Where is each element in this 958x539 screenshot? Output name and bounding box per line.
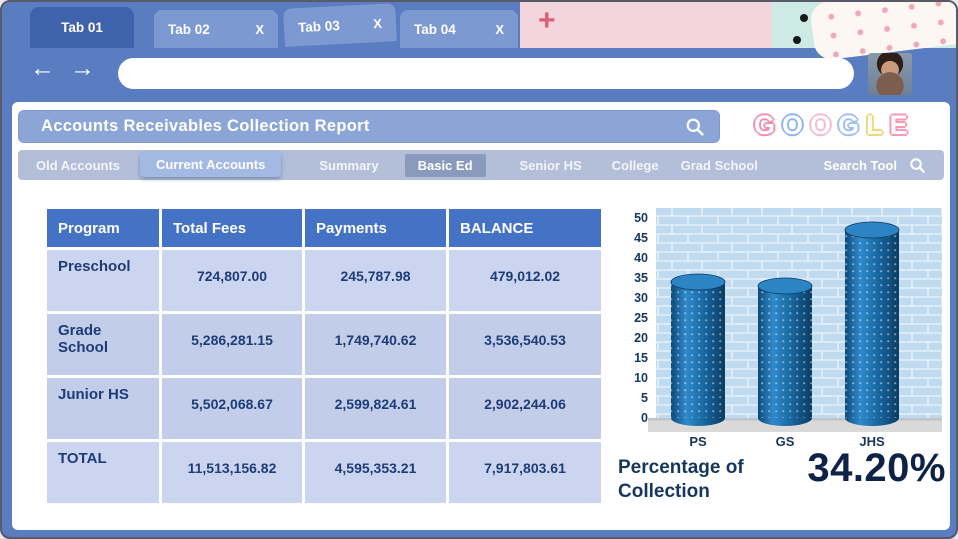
- address-bar[interactable]: [118, 58, 854, 89]
- total-fees-cell: 11,513,156.82: [162, 442, 302, 503]
- logo-letter: O: [810, 110, 839, 140]
- filter-summary[interactable]: Summary: [319, 158, 378, 173]
- tab-close-icon[interactable]: X: [373, 15, 382, 30]
- table-row total-row: TOTAL 11,513,156.82 4,595,353.21 7,917,8…: [47, 442, 601, 503]
- filter-bar: Old Accounts Current Accounts Summary Ba…: [18, 150, 944, 180]
- program-cell: TOTAL: [47, 442, 159, 503]
- table-header-cell: Total Fees: [162, 209, 302, 247]
- chart-ytick: 50: [634, 211, 648, 225]
- chart-ytick: 45: [634, 231, 648, 245]
- tab-label: Tab 02: [168, 21, 210, 37]
- chart-category-label: PS: [689, 434, 707, 449]
- program-cell: Preschool: [47, 250, 159, 311]
- table-header-cell: Program: [47, 209, 159, 247]
- tab-01[interactable]: Tab 01: [30, 7, 134, 48]
- total-fees-cell: 5,286,281.15: [162, 314, 302, 375]
- balance-cell: 2,902,244.06: [449, 378, 601, 439]
- chart-ytick: 30: [634, 291, 648, 305]
- decor-dot: [793, 36, 801, 44]
- content-card: Accounts Receivables Collection Report G…: [12, 102, 950, 530]
- filter-grad-school[interactable]: Grad School: [681, 158, 758, 173]
- page-title: Accounts Receivables Collection Report: [41, 117, 370, 135]
- program-cell: Grade School: [47, 314, 159, 375]
- table-row: Junior HS 5,502,068.67 2,599,824.61 2,90…: [47, 378, 601, 439]
- filter-old-accounts[interactable]: Old Accounts: [36, 158, 120, 173]
- logo-letter: O: [782, 110, 811, 140]
- data-table: Program Total Fees Payments BALANCE Pres…: [44, 206, 604, 506]
- balance-cell: 3,536,540.53: [449, 314, 601, 375]
- payments-cell: 245,787.98: [305, 250, 446, 311]
- chart-ytick: 10: [634, 371, 648, 385]
- logo-letter: L: [866, 110, 890, 140]
- title-search-icon[interactable]: [685, 117, 705, 137]
- table-row: Preschool 724,807.00 245,787.98 479,012.…: [47, 250, 601, 311]
- total-fees-cell: 724,807.00: [162, 250, 302, 311]
- decor-pink-panel: [520, 2, 774, 48]
- tab-label: Tab 01: [61, 20, 103, 35]
- chart-ytick: 35: [634, 271, 648, 285]
- forward-button[interactable]: →: [70, 56, 95, 81]
- payments-cell: 4,595,353.21: [305, 442, 446, 503]
- logo-letter: E: [889, 110, 915, 140]
- chart-ytick: 0: [641, 411, 648, 425]
- chart-bar: [670, 273, 726, 426]
- tab-label: Tab 04: [414, 21, 456, 37]
- program-cell: Junior HS: [47, 378, 159, 439]
- summary-label: Percentage of Collection: [618, 457, 744, 502]
- new-tab-button[interactable]: +: [538, 4, 556, 38]
- table-header-row: Program Total Fees Payments BALANCE: [47, 209, 601, 247]
- balance-cell: 7,917,803.61: [449, 442, 601, 503]
- profile-avatar[interactable]: [868, 53, 912, 95]
- filter-search-tool[interactable]: Search Tool: [824, 158, 897, 173]
- chart-ytick: 25: [634, 311, 648, 325]
- chart-ytick: 20: [634, 331, 648, 345]
- tab-close-icon[interactable]: X: [255, 22, 264, 37]
- chart-ytick: 5: [641, 391, 648, 405]
- tab-03[interactable]: Tab 03 X: [283, 3, 397, 47]
- nav-bar: ← →: [2, 48, 956, 100]
- tab-02[interactable]: Tab 02 X: [154, 10, 278, 48]
- tab-strip: + Tab 01 Tab 02 X Tab 03 X Tab 04 X: [2, 2, 956, 62]
- google-logo: GOOGLE: [754, 112, 915, 139]
- browser-window: + Tab 01 Tab 02 X Tab 03 X Tab 04 X ← → …: [0, 0, 958, 539]
- filter-current-accounts[interactable]: Current Accounts: [140, 151, 282, 177]
- logo-letter: G: [754, 110, 783, 140]
- table-row: Grade School 5,286,281.15 1,749,740.62 3…: [47, 314, 601, 375]
- report-title-bar: Accounts Receivables Collection Report: [18, 110, 720, 143]
- filter-basic-ed[interactable]: Basic Ed: [404, 153, 486, 177]
- payments-cell: 2,599,824.61: [305, 378, 446, 439]
- chart-bar: [844, 221, 900, 426]
- payments-cell: 1,749,740.62: [305, 314, 446, 375]
- filter-senior-hs[interactable]: Senior HS: [520, 158, 582, 173]
- summary-value: 34.20%: [807, 446, 946, 490]
- filter-search-icon[interactable]: [909, 157, 926, 174]
- tab-close-icon[interactable]: X: [495, 22, 504, 37]
- chart-ytick: 15: [634, 351, 648, 365]
- logo-letter: G: [838, 110, 867, 140]
- total-fees-cell: 5,502,068.67: [162, 378, 302, 439]
- table-header-cell: BALANCE: [449, 209, 601, 247]
- table-header-cell: Payments: [305, 209, 446, 247]
- tab-label: Tab 03: [297, 17, 341, 35]
- collection-bar-chart: 0 5 10 15 20 25 30 35 40 45 50 PS GS JHS: [620, 206, 942, 456]
- filter-college[interactable]: College: [612, 158, 659, 173]
- back-button[interactable]: ←: [30, 56, 55, 81]
- chart-ytick: 40: [634, 251, 648, 265]
- tab-04[interactable]: Tab 04 X: [400, 10, 518, 48]
- balance-cell: 479,012.02: [449, 250, 601, 311]
- decor-dot: [800, 14, 808, 22]
- chart-bar: [757, 277, 813, 426]
